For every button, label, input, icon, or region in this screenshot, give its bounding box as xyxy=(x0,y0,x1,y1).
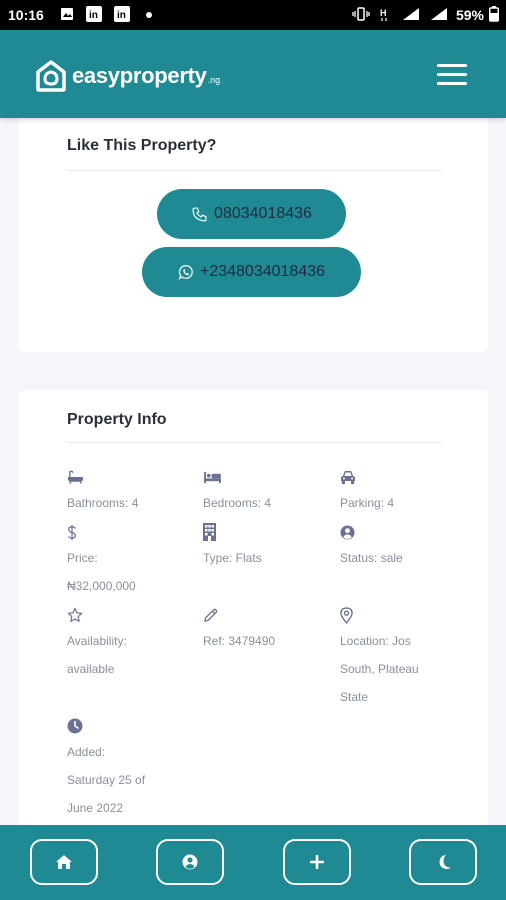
svg-text:in: in xyxy=(89,10,98,21)
signal-icon xyxy=(431,8,447,20)
info-line: June 2022 xyxy=(67,801,124,815)
call-phone-button[interactable]: 08034018436 xyxy=(157,189,346,239)
info-line: ₦32,000,000 xyxy=(67,579,136,593)
info-line: Status: sale xyxy=(340,551,403,565)
status-time: 10:16 xyxy=(8,7,44,23)
info-line: Added: xyxy=(67,745,106,759)
building-icon xyxy=(203,520,333,544)
brand-name: easyproperty xyxy=(72,63,207,88)
location-pin-icon xyxy=(340,603,470,627)
info-bedrooms: Bedrooms: 4 xyxy=(203,465,333,517)
phone-icon xyxy=(191,206,208,223)
signal-icon xyxy=(403,8,419,20)
whatsapp-icon xyxy=(178,264,194,280)
nav-add-button[interactable] xyxy=(283,839,351,885)
clock-icon xyxy=(67,714,197,738)
info-availability: Availability: available xyxy=(67,603,197,683)
app-header: easyproperty .ng xyxy=(0,30,506,118)
info-line: Type: Flats xyxy=(203,551,262,565)
home-icon xyxy=(56,855,72,869)
menu-toggle-button[interactable] xyxy=(437,64,467,86)
whatsapp-button[interactable]: +2348034018436 xyxy=(142,247,361,297)
info-location: Location: Jos South, Plateau State xyxy=(340,603,470,711)
battery-icon xyxy=(489,6,499,22)
nav-dark-mode-button[interactable] xyxy=(409,839,477,885)
info-line: Parking: 4 xyxy=(340,496,395,510)
brand-tld: .ng xyxy=(207,75,221,85)
car-icon xyxy=(340,465,470,489)
svg-text:in: in xyxy=(117,10,126,21)
hamburger-line xyxy=(437,64,467,67)
contact-card-title: Like This Property? xyxy=(67,137,217,154)
info-line: State xyxy=(340,690,369,704)
property-info-title: Property Info xyxy=(67,411,167,428)
phone-number: 08034018436 xyxy=(214,205,312,222)
info-added: Added: Saturday 25 of June 2022 xyxy=(67,714,197,822)
bed-icon xyxy=(203,465,333,489)
brand-logo[interactable]: easyproperty .ng xyxy=(36,60,220,92)
gallery-notification-icon xyxy=(61,8,73,20)
whatsapp-number: +2348034018436 xyxy=(199,263,326,280)
info-line: available xyxy=(67,662,115,676)
info-line: Ref: 3479490 xyxy=(203,634,276,648)
info-reference: Ref: 3479490 xyxy=(203,603,333,655)
info-price: Price: ₦32,000,000 xyxy=(67,520,197,600)
svg-text:H: H xyxy=(380,8,387,18)
status-bar: 10:16 in in H 59% xyxy=(0,0,506,30)
plus-icon xyxy=(310,855,324,869)
info-line: Price: xyxy=(67,551,98,565)
vibrate-icon xyxy=(352,7,370,21)
star-icon xyxy=(67,603,197,627)
user-icon xyxy=(182,854,198,870)
info-line: Availability: xyxy=(67,634,127,648)
pencil-icon xyxy=(203,603,333,627)
bath-icon xyxy=(67,465,197,489)
network-h-icon: H xyxy=(380,8,387,21)
linkedin-notification-icon: in xyxy=(114,6,130,22)
info-line: Saturday 25 of xyxy=(67,773,146,787)
moon-icon xyxy=(439,855,450,869)
house-logo-icon xyxy=(36,60,66,92)
info-line: Bathrooms: 4 xyxy=(67,496,139,510)
property-info-divider xyxy=(67,442,441,443)
battery-percent: 59% xyxy=(455,7,484,23)
dollar-icon xyxy=(67,520,197,544)
bottom-nav xyxy=(0,825,506,900)
info-line: Bedrooms: 4 xyxy=(203,496,272,510)
info-parking: Parking: 4 xyxy=(340,465,470,517)
info-bathrooms: Bathrooms: 4 xyxy=(67,465,197,517)
hamburger-line xyxy=(437,73,467,76)
property-info-card: Property Info Bathrooms: 4 Bedrooms: 4 P… xyxy=(19,390,488,850)
more-notifications-dot-icon xyxy=(146,12,152,18)
nav-profile-button[interactable] xyxy=(156,839,224,885)
info-line: South, Plateau xyxy=(340,662,419,676)
hamburger-line xyxy=(437,82,467,85)
info-status: Status: sale xyxy=(340,520,470,572)
contact-divider xyxy=(67,170,441,171)
contact-card: Like This Property? 08034018436 +2348034… xyxy=(19,100,488,352)
user-circle-icon xyxy=(340,520,470,544)
info-type: Type: Flats xyxy=(203,520,333,572)
info-line: Location: Jos xyxy=(340,634,411,648)
nav-home-button[interactable] xyxy=(30,839,98,885)
linkedin-notification-icon: in xyxy=(86,6,102,22)
